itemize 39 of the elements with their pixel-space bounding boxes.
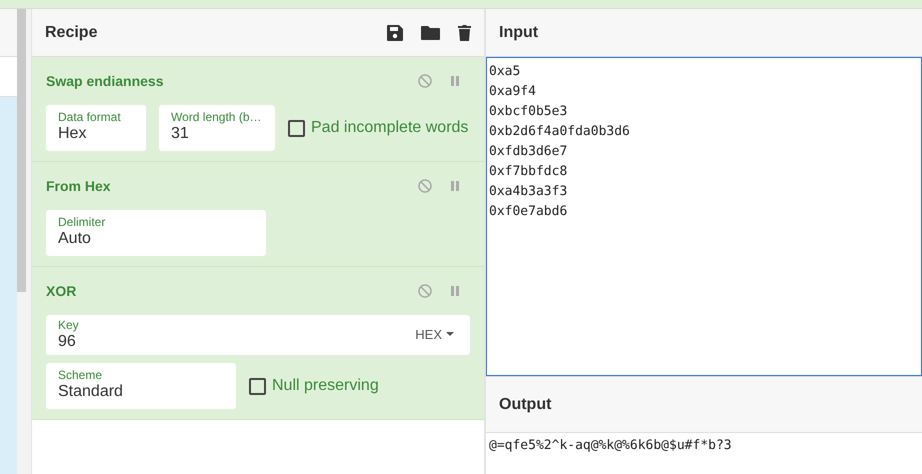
checkbox[interactable] — [249, 378, 266, 394]
operation-name: XOR — [46, 283, 78, 299]
pause-icon[interactable] — [450, 180, 460, 192]
input-line: 0xf7bbfdc8 — [489, 163, 568, 181]
pause-icon[interactable] — [450, 75, 460, 87]
text-field[interactable]: Word length (b… 31 — [159, 105, 275, 151]
disable-icon[interactable] — [418, 74, 432, 88]
operation-name: From Hex — [46, 178, 112, 194]
pause-icon[interactable] — [450, 285, 460, 297]
format-dropdown[interactable]: HEX — [413, 325, 456, 344]
caret-icon — [446, 332, 454, 337]
trash-icon[interactable] — [457, 24, 472, 42]
input-line: 0xa9f4 — [489, 83, 537, 101]
folder-icon[interactable] — [420, 24, 441, 40]
scrollbar-thumb[interactable] — [17, 9, 26, 292]
output-text: @=qfe5%2^k-aq@%k@%6k6b@$u#f*b?3 — [489, 437, 733, 455]
input-line: 0xbcf0b5e3 — [489, 103, 568, 121]
input-line: 0xb2d6f4a0fda0b3d6 — [489, 123, 631, 141]
input-line: 0xa5 — [489, 63, 522, 81]
highlighted-list-area[interactable] — [0, 97, 17, 474]
output-title: Output — [499, 396, 552, 414]
input-line: 0xf0e7abd6 — [489, 203, 568, 221]
text-field[interactable]: Scheme Standard — [46, 363, 236, 409]
text-field[interactable]: Delimiter Auto — [46, 210, 266, 256]
input-textarea[interactable]: 0xa5 0xa9f4 0xbcf0b5e3 0xb2d6f4a0fda0b3d6 0xfdb3d6e7 0xf7bbfdc8 0xa4b3a3f3 0xf0e7abd6 — [486, 57, 922, 376]
panel-header — [0, 9, 17, 57]
disable-icon[interactable] — [418, 284, 432, 298]
save-icon[interactable] — [386, 24, 404, 42]
input-title: Input — [499, 24, 540, 42]
text-field[interactable]: Data format Hex — [46, 105, 146, 151]
recipe-title: Recipe — [45, 24, 98, 42]
checkbox-label: Null preserving — [272, 377, 379, 395]
key-field[interactable]: Key 96 HEX — [46, 315, 470, 355]
input-line: 0xa4b3a3f3 — [489, 183, 568, 201]
disable-icon[interactable] — [418, 179, 432, 193]
operation-name: Swap endianness — [46, 73, 164, 89]
checkbox[interactable] — [288, 120, 305, 136]
checkbox-label: Pad incomplete words — [311, 119, 468, 137]
input-line: 0xfdb3d6e7 — [489, 143, 568, 161]
